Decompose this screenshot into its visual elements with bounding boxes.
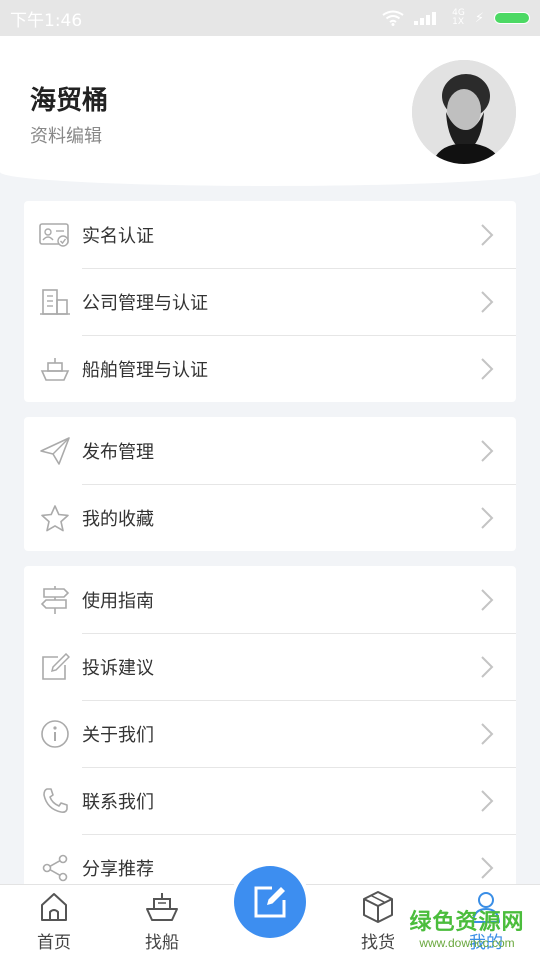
info-icon	[38, 717, 72, 751]
menu-group-support: 使用指南 投诉建议 关于我们 联系我们 分享推荐	[24, 566, 516, 901]
menu-item-label: 关于我们	[82, 724, 154, 746]
chevron-right-icon	[472, 220, 502, 250]
avatar-image	[412, 60, 516, 164]
ship-icon	[38, 352, 72, 386]
menu-item-real-name[interactable]: 实名认证	[24, 201, 516, 268]
user-name: 海贸桶	[30, 86, 109, 116]
chevron-right-icon	[472, 853, 502, 883]
phone-icon	[38, 784, 72, 818]
battery-icon	[494, 12, 530, 24]
profile-header[interactable]: 海贸桶 资料编辑	[0, 36, 540, 186]
chevron-right-icon	[472, 719, 502, 749]
menu-group-publish: 发布管理 我的收藏	[24, 417, 516, 551]
home-icon	[36, 890, 72, 924]
menu-item-label: 联系我们	[82, 791, 154, 813]
watermark-title: 绿色资源网	[409, 909, 525, 934]
menu-item-ship[interactable]: 船舶管理与认证	[24, 335, 516, 402]
status-bar: 下午1:46 4G 1X ⚡	[0, 0, 540, 36]
ship-icon	[144, 890, 180, 924]
status-time: 下午1:46	[10, 10, 83, 31]
chevron-right-icon	[472, 287, 502, 317]
menu-item-label: 我的收藏	[82, 508, 154, 530]
chevron-right-icon	[472, 503, 502, 533]
menu-item-label: 投诉建议	[82, 657, 154, 679]
share-icon	[38, 851, 72, 885]
star-icon	[38, 501, 72, 535]
chevron-right-icon	[472, 786, 502, 816]
menu-item-company[interactable]: 公司管理与认证	[24, 268, 516, 335]
menu-item-favorites[interactable]: 我的收藏	[24, 484, 516, 551]
tab-label: 首页	[37, 933, 71, 953]
signpost-icon	[38, 583, 72, 617]
menu-item-feedback[interactable]: 投诉建议	[24, 633, 516, 700]
signal-icon	[414, 12, 437, 25]
edit-profile-link[interactable]: 资料编辑	[30, 122, 102, 148]
tab-label: 找船	[145, 933, 179, 953]
edit-note-icon	[38, 650, 72, 684]
charging-icon: ⚡	[474, 10, 484, 26]
chevron-right-icon	[472, 436, 502, 466]
tab-label: 找货	[361, 933, 395, 953]
box-icon	[360, 890, 396, 924]
menu-item-label: 公司管理与认证	[82, 292, 208, 314]
tab-find-ship[interactable]: 找船	[112, 885, 212, 960]
menu-item-label: 船舶管理与认证	[82, 359, 208, 381]
menu-item-about[interactable]: 关于我们	[24, 700, 516, 767]
menu-item-label: 发布管理	[82, 441, 154, 463]
network-type: 4G 1X	[452, 8, 465, 27]
building-icon	[38, 285, 72, 319]
paper-plane-icon	[38, 434, 72, 468]
id-card-icon	[38, 218, 72, 252]
avatar[interactable]	[412, 60, 516, 164]
site-watermark: 绿色资源网 www.downcc.com	[402, 904, 532, 950]
menu-item-label: 实名认证	[82, 225, 154, 247]
chevron-right-icon	[472, 585, 502, 615]
tab-home[interactable]: 首页	[4, 885, 104, 960]
menu-item-guide[interactable]: 使用指南	[24, 566, 516, 633]
chevron-right-icon	[472, 652, 502, 682]
compose-icon	[234, 866, 306, 938]
menu-item-contact[interactable]: 联系我们	[24, 767, 516, 834]
watermark-url: www.downcc.com	[419, 936, 515, 950]
wifi-icon	[382, 10, 404, 26]
menu-item-publish[interactable]: 发布管理	[24, 417, 516, 484]
menu-group-verification: 实名认证 公司管理与认证 船舶管理与认证	[24, 201, 516, 402]
chevron-right-icon	[472, 354, 502, 384]
menu-item-label: 使用指南	[82, 590, 154, 612]
publish-fab-button[interactable]	[230, 862, 310, 942]
